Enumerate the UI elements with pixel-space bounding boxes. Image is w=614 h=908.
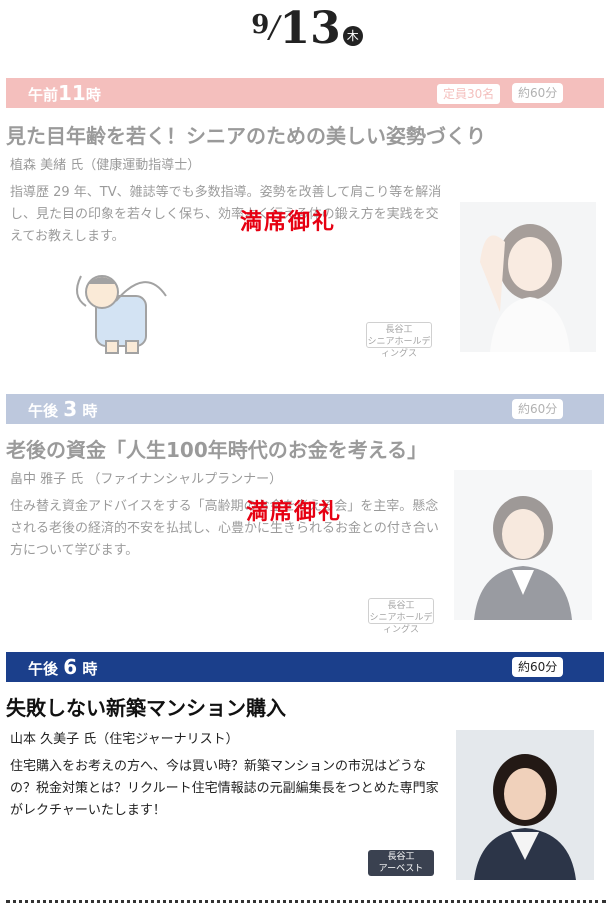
session-time: 午後 6 時 xyxy=(28,655,98,679)
capacity-tag: 定員30名 xyxy=(436,83,502,105)
speaker-photo xyxy=(460,202,596,352)
session-title: 失敗しない新築マンション購入 xyxy=(6,696,286,720)
sold-out-label: 満席御礼 xyxy=(240,210,337,235)
speaker-name: 山本 久美子 氏（住宅ジャーナリスト） xyxy=(10,732,239,747)
organizer-badge: 長谷工 シニアホールディングス xyxy=(368,598,434,635)
speaker-photo xyxy=(456,730,594,880)
organizer-badge: 長谷工 アーベスト xyxy=(368,850,434,876)
session-time-bar: 午前11時 定員30名 約60分 xyxy=(6,78,604,108)
session-afternoon: 午後 3 時 約60分 老後の資金「人生100年時代のお金を考える」 畠中 雅子… xyxy=(6,394,604,635)
date-month: 9 xyxy=(251,10,270,40)
session-title: 見た目年齢を若く！シニアのための美しい姿勢づくり xyxy=(6,124,486,148)
session-morning: 午前11時 定員30名 約60分 見た目年齢を若く！シニアのための美しい姿勢づく… xyxy=(6,78,604,378)
bottom-divider xyxy=(6,900,606,903)
session-time: 午後 3 時 xyxy=(28,397,98,421)
duration-tag: 約60分 xyxy=(512,657,564,677)
duration-tag: 約60分 xyxy=(512,83,564,103)
session-description: 住宅購入をお考えの方へ、今は買い時？新築マンションの市況はどうなの？税金対策とは… xyxy=(10,759,439,818)
speaker-photo xyxy=(454,470,592,620)
session-evening: 午後 6 時 約60分 失敗しない新築マンション購入 山本 久美子 氏（住宅ジャ… xyxy=(6,652,604,888)
date-slash: / xyxy=(269,10,280,45)
duration-tag: 約60分 xyxy=(512,399,564,419)
sold-out-label: 満席御礼 xyxy=(246,500,343,525)
session-description: 指導歴 29 年、TV、雑誌等でも多数指導。姿勢を改善して肩こり等を解消し、見た… xyxy=(10,185,442,244)
date-day: 13 xyxy=(279,3,341,54)
stretching-person-illustration xyxy=(76,275,167,354)
session-title: 老後の資金「人生100年時代のお金を考える」 xyxy=(6,438,428,462)
speaker-name: 植森 美緒 氏（健康運動指導士） xyxy=(10,158,201,173)
date-weekday: 木 xyxy=(342,26,363,46)
session-time-bar: 午後 3 時 約60分 xyxy=(6,394,604,424)
speaker-name: 畠中 雅子 氏 （ファイナンシャルプランナー） xyxy=(10,472,283,487)
session-time-bar: 午後 6 時 約60分 xyxy=(6,652,604,682)
organizer-badge: 長谷工 シニアホールディングス xyxy=(366,322,432,359)
session-description: 住み替え資金アドバイスをする「高齢期のお金を考える会」を主宰。懸念される老後の経… xyxy=(10,499,439,558)
session-time: 午前11時 xyxy=(28,81,101,105)
event-date: 9/13 木 xyxy=(0,6,614,56)
